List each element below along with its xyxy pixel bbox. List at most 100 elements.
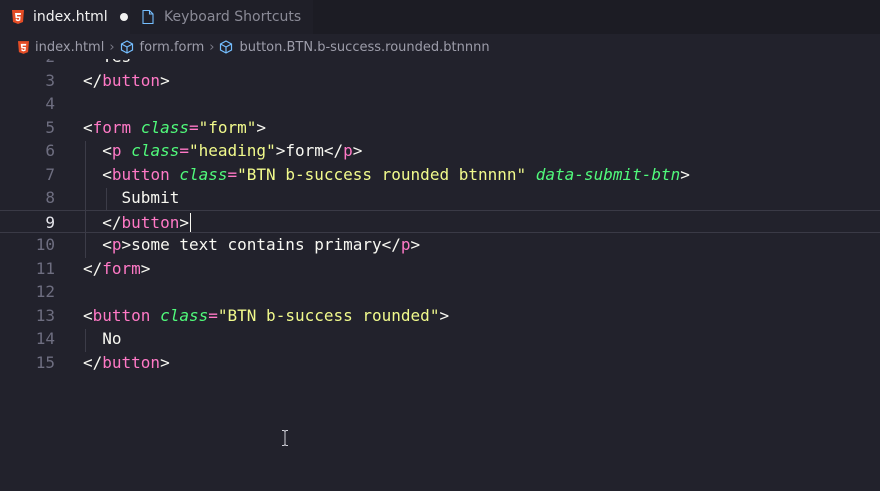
code-text: Yes [83,59,131,69]
document-icon [142,10,154,24]
code-line[interactable]: 14 No [0,327,880,351]
code-token: p [111,235,122,254]
code-token: button [102,70,161,90]
code-token: >form</ [275,141,344,160]
code-line[interactable]: 4 [0,92,880,116]
code-token: = [208,305,218,325]
code-token: = [179,141,189,160]
code-token: "heading" [189,141,276,160]
code-line[interactable]: 12 [0,280,880,304]
code-text: </form> [83,257,150,281]
code-text: <form class="form"> [83,116,266,140]
breadcrumb-item-file[interactable]: index.html [18,40,104,55]
code-token: </ [83,258,103,278]
line-number: 3 [45,70,55,90]
line-number: 2 [0,59,55,69]
code-text: </button> [83,69,170,93]
code-token: > [256,117,267,137]
code-token: "BTN b-success rounded" [217,305,440,325]
code-token: < [83,235,112,254]
code-token: < [83,164,112,184]
code-line[interactable]: 2 Yes [0,59,880,69]
code-text: <button class="BTN b-success rounded btn… [83,163,690,187]
code-token: > [352,141,363,160]
code-line[interactable]: 10 <p>some text contains primary</p> [0,233,880,257]
code-token: class [131,141,180,160]
code-text: Submit [83,186,180,210]
breadcrumb: index.html › form.form › button.BTN.b-su… [0,35,880,59]
tab-label: index.html [33,9,108,25]
code-text: </button> [83,351,170,375]
code-line[interactable]: 13 <button class="BTN b-success rounded"> [0,304,880,328]
tab-index-html[interactable]: index.html [0,0,130,34]
code-token: button [92,305,151,325]
code-line[interactable]: 9 </button> [0,209,880,235]
code-line[interactable]: 11 </form> [0,257,880,281]
code-token: = [188,117,199,137]
symbol-element-icon [220,40,233,54]
code-token: class [140,117,189,137]
code-token: >some text contains primary</ [121,235,401,254]
html5-icon [12,10,24,24]
breadcrumb-item-form[interactable]: form.form [120,40,204,55]
code-token: > [680,164,690,184]
code-line[interactable]: 8 Submit [0,186,880,210]
code-token: "form" [198,117,257,137]
code-token: </ [83,70,103,90]
code-token: data-submit-btn [535,164,681,184]
code-token: button [121,212,180,232]
tab-label: Keyboard Shortcuts [164,9,302,25]
code-token: Yes [83,59,131,66]
line-number: 8 [45,188,55,207]
code-token: form [102,258,141,278]
line-number: 6 [45,141,55,160]
code-line[interactable]: 7 <button class="BTN b-success rounded b… [0,163,880,187]
code-editor[interactable]: 2 Yes3</button>45<form class="form">6 <p… [0,59,880,491]
code-line[interactable]: 3 </button> [0,69,880,93]
line-number: 9 [45,212,55,232]
code-token: > [160,352,170,372]
line-number: 5 [45,117,55,137]
code-token: </ [83,352,103,372]
code-token: button [111,164,170,184]
text-cursor-icon [282,430,288,446]
code-token: < [83,305,93,325]
line-number: 15 [35,352,55,372]
code-token: > [179,212,189,232]
code-token: > [160,70,170,90]
code-line[interactable]: 15 </button> [0,351,880,375]
breadcrumb-label: button.BTN.b-success.rounded.btnnnn [239,39,490,55]
line-number: 13 [35,305,55,325]
code-token: class [160,305,209,325]
line-number: 10 [35,235,55,254]
line-number: 4 [45,94,55,113]
code-text: </button> [83,211,189,235]
code-line[interactable]: 5 <form class="form"> [0,116,880,140]
code-token: "BTN b-success rounded btnnnn" [237,164,527,184]
code-token: > [140,258,151,278]
chevron-right-icon: › [109,39,115,55]
code-token: p [400,235,411,254]
line-number: 7 [45,164,55,184]
line-number: 12 [35,282,55,301]
code-token: No [83,329,122,348]
tab-keyboard-shortcuts[interactable]: Keyboard Shortcuts [130,0,313,34]
symbol-element-icon [120,40,133,54]
code-token: = [227,164,238,184]
code-token: p [343,141,353,160]
line-number: 14 [35,329,55,348]
code-token: </ [83,212,122,232]
code-token: > [410,235,421,254]
code-token: < [83,117,93,137]
code-token: class [179,164,228,184]
unsaved-dot-icon[interactable] [119,13,128,21]
breadcrumb-item-button[interactable]: button.BTN.b-success.rounded.btnnnn [219,39,490,55]
code-line[interactable]: 6 <p class="heading">form</p> [0,139,880,163]
code-token: < [83,141,112,160]
code-token: > [439,305,450,325]
line-number: 11 [35,258,55,278]
